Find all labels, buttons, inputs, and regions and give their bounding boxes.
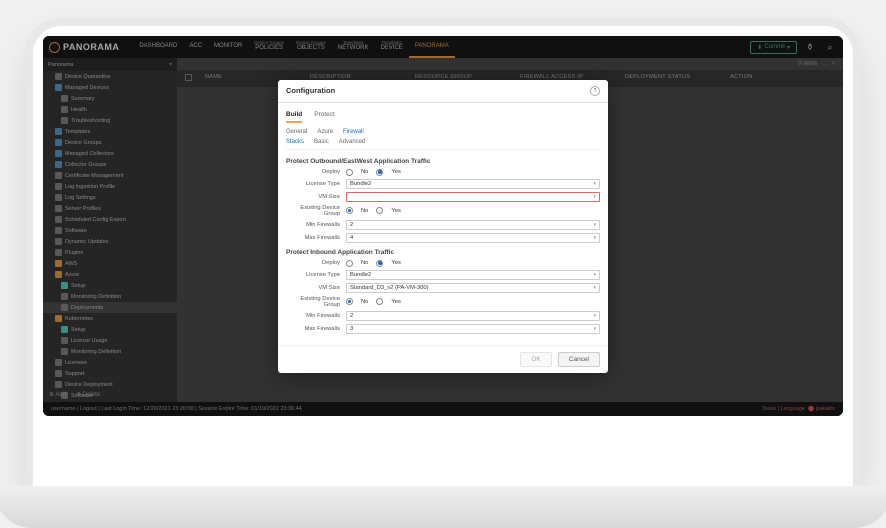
modal-subtab2-basic[interactable]: Basic [314, 139, 329, 145]
radio-no[interactable] [346, 260, 353, 267]
laptop-base [0, 486, 886, 528]
ok-button[interactable]: OK [520, 352, 551, 367]
app-screen: PANORAMA DASHBOARDACCMONITORDevice Group… [43, 36, 843, 416]
help-icon[interactable]: ? [590, 86, 600, 96]
modal-tab-protect[interactable]: Protect [314, 111, 335, 123]
modal-subtab-azure[interactable]: Azure [317, 129, 333, 135]
modal-title: Configuration [286, 86, 335, 95]
max-fw-inbound-input[interactable]: 3▾ [346, 324, 600, 334]
max-fw-outbound-input[interactable]: 4▾ [346, 233, 600, 243]
modal-tabs-level1: Build Protect [286, 111, 600, 123]
modal-subtab-general[interactable]: General [286, 129, 307, 135]
modal-overlay: Configuration ? Build Protect General Azur… [43, 36, 843, 416]
min-fw-inbound-input[interactable]: 2▾ [346, 311, 600, 321]
deploy-outbound-radio[interactable]: No Yes [346, 169, 401, 176]
modal-subtab-firewall[interactable]: Firewall [343, 129, 364, 135]
vm-size-inbound-select[interactable]: Standard_D3_v2 (PA-VM-300)▾ [346, 283, 600, 293]
section-inbound-title: Protect Inbound Application Traffic [286, 249, 600, 256]
modal-subtab2-advanced[interactable]: Advanced [339, 139, 366, 145]
modal-header: Configuration ? [278, 80, 608, 103]
radio-yes[interactable] [376, 298, 383, 305]
laptop-frame: PANORAMA DASHBOARDACCMONITORDevice Group… [33, 26, 853, 486]
radio-yes[interactable] [376, 169, 383, 176]
license-type-inbound-select[interactable]: Bundle2▾ [346, 270, 600, 280]
cancel-button[interactable]: Cancel [558, 352, 600, 367]
radio-yes[interactable] [376, 260, 383, 267]
configuration-modal: Configuration ? Build Protect General Azur… [278, 80, 608, 373]
section-outbound-title: Protect Outbound/EastWest Application Tr… [286, 158, 600, 165]
existing-dg-inbound-radio[interactable]: No Yes [346, 298, 401, 305]
modal-footer: OK Cancel [278, 345, 608, 373]
deploy-inbound-radio[interactable]: No Yes [346, 260, 401, 267]
radio-no[interactable] [346, 169, 353, 176]
radio-no[interactable] [346, 298, 353, 305]
modal-subtab2-stacks[interactable]: Stacks [286, 139, 304, 145]
modal-body: Build Protect General Azure Firewall Stacks… [278, 103, 608, 345]
modal-tabs-level2: General Azure Firewall [286, 129, 600, 135]
modal-tabs-level3: Stacks Basic Advanced [286, 139, 600, 150]
license-type-outbound-select[interactable]: Bundle2▾ [346, 179, 600, 189]
radio-no[interactable] [346, 207, 353, 214]
radio-yes[interactable] [376, 207, 383, 214]
existing-dg-outbound-radio[interactable]: No Yes [346, 207, 401, 214]
modal-tab-build[interactable]: Build [286, 111, 302, 123]
vm-size-outbound-select[interactable]: ▾ [346, 192, 600, 202]
min-fw-outbound-input[interactable]: 2▾ [346, 220, 600, 230]
